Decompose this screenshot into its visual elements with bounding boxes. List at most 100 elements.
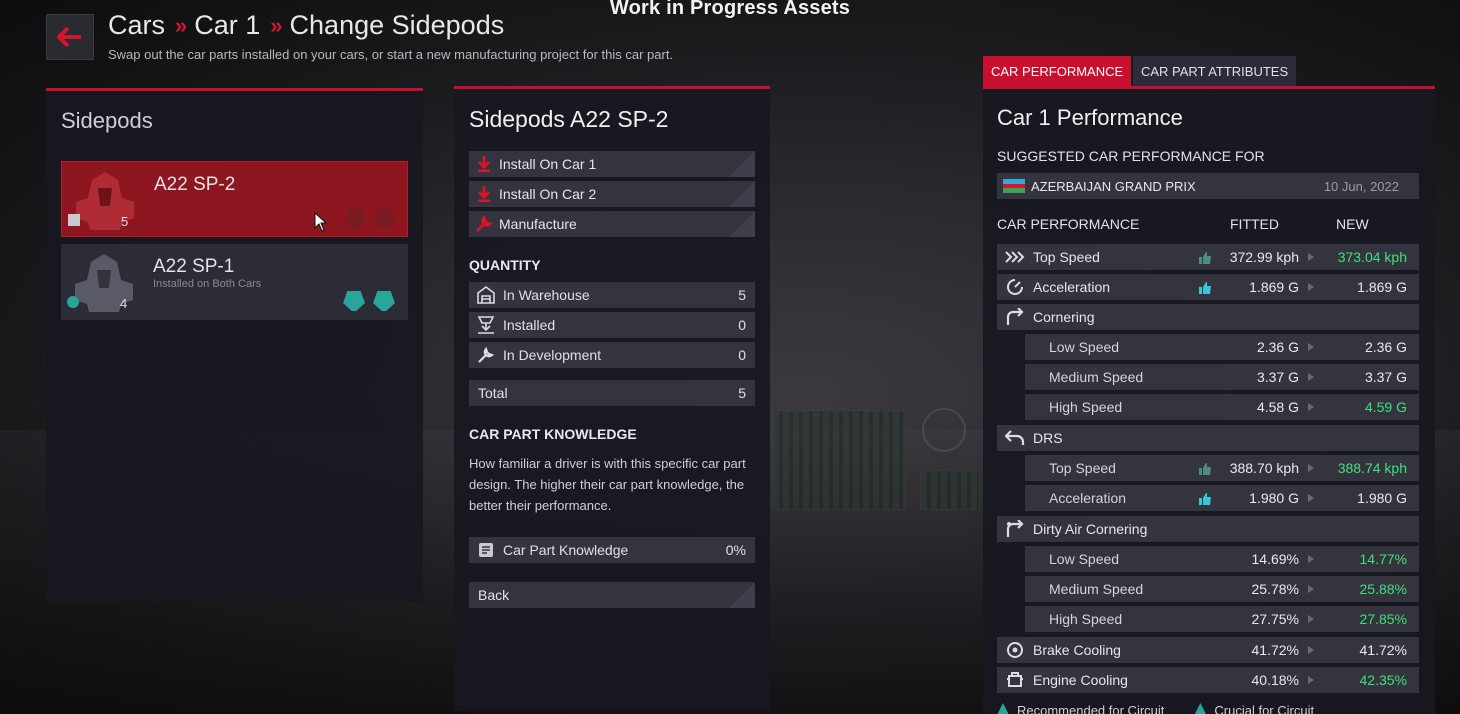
- arrow-left-icon: [57, 26, 81, 48]
- grand-prix-date: 10 Jun, 2022: [1323, 178, 1399, 194]
- perf-new: 25.88%: [1359, 581, 1407, 597]
- perf-row-acceleration: Acceleration 1.869 G 1.869 G: [997, 274, 1419, 300]
- column-new: NEW: [1336, 216, 1369, 232]
- installed-car-2-icon: [374, 209, 396, 229]
- manufacture-button[interactable]: Manufacture: [469, 211, 755, 237]
- grand-prix-row[interactable]: AZERBAIJAN GRAND PRIX 10 Jun, 2022: [997, 173, 1419, 199]
- tab-car-performance[interactable]: CAR PERFORMANCE: [983, 56, 1132, 86]
- install-car-2-button[interactable]: Install On Car 2: [469, 181, 755, 207]
- background-dial: [922, 408, 966, 452]
- grand-prix-name: AZERBAIJAN GRAND PRIX: [1031, 178, 1196, 194]
- back-arrow-button[interactable]: [46, 14, 94, 60]
- car-performance-panel: Car 1 Performance SUGGESTED CAR PERFORMA…: [983, 86, 1435, 714]
- perf-new: 388.74 kph: [1337, 460, 1407, 476]
- perf-row-drs-top-speed: Top Speed 388.70 kph 388.74 kph: [1025, 455, 1419, 481]
- perf-fitted: 41.72%: [1251, 642, 1299, 658]
- arrow-right-icon: [1299, 343, 1323, 351]
- perf-new: 42.35%: [1359, 672, 1407, 688]
- install-car-1-label: Install On Car 1: [499, 156, 597, 172]
- perf-new: 3.37 G: [1364, 369, 1407, 385]
- perf-row-drs-acceleration: Acceleration 1.980 G 1.980 G: [1025, 485, 1419, 511]
- perf-fitted: 4.58 G: [1256, 399, 1299, 415]
- quantity-row-development: In Development 0: [469, 342, 755, 368]
- sidepod-icon: [76, 172, 134, 230]
- part-card-a22-sp-1[interactable]: 4 A22 SP-1 Installed on Both Cars: [61, 244, 408, 320]
- install-car-1-button[interactable]: Install On Car 1: [469, 151, 755, 177]
- wrench-icon: [469, 215, 499, 233]
- perf-label: Cornering: [1033, 309, 1095, 325]
- tab-car-part-attributes[interactable]: CAR PART ATTRIBUTES: [1133, 56, 1297, 86]
- quantity-label: In Warehouse: [503, 287, 590, 303]
- legend-recommended: Recommended for Circuit: [997, 703, 1164, 714]
- arrow-right-icon: [1299, 253, 1323, 261]
- azerbaijan-flag-icon: [1003, 179, 1025, 194]
- perf-label: Acceleration: [1033, 279, 1111, 295]
- perf-row-dirty-low: Low Speed 14.69% 14.77%: [1025, 546, 1419, 572]
- manufacture-label: Manufacture: [499, 216, 577, 232]
- perf-fitted: 14.69%: [1251, 551, 1299, 567]
- part-card-a22-sp-2[interactable]: 5 A22 SP-2: [61, 161, 408, 237]
- thumbs-up-dim-icon: [1195, 462, 1215, 475]
- breadcrumb-cars[interactable]: Cars: [108, 10, 165, 41]
- perf-fitted: 388.70 kph: [1229, 460, 1299, 476]
- quantity-label: Installed: [503, 317, 556, 333]
- perf-label: Acceleration: [1049, 490, 1127, 506]
- engine-cooling-icon: [997, 671, 1033, 689]
- installed-icon: [67, 296, 79, 308]
- perf-row-dirty-air: Dirty Air Cornering: [997, 516, 1419, 542]
- perf-label: Dirty Air Cornering: [1033, 521, 1148, 537]
- install-icon: [469, 186, 499, 202]
- installed-car-2-icon: [373, 291, 395, 311]
- perf-label: Top Speed: [1033, 249, 1100, 265]
- part-quantity: 4: [120, 296, 128, 311]
- arrow-right-icon: [1299, 585, 1323, 593]
- perf-label: Low Speed: [1049, 551, 1120, 567]
- arrow-right-icon: [1299, 676, 1323, 684]
- arrow-right-icon: [1299, 555, 1323, 563]
- knowledge-row: Car Part Knowledge 0%: [469, 537, 755, 563]
- back-label: Back: [478, 587, 510, 603]
- breadcrumb-current: Change Sidepods: [289, 10, 505, 40]
- part-quantity: 5: [121, 214, 129, 229]
- background-monitors: [772, 410, 906, 510]
- breadcrumb-car-1[interactable]: Car 1: [194, 10, 260, 41]
- perf-fitted: 27.75%: [1251, 611, 1299, 627]
- perf-row-drs: DRS: [997, 425, 1419, 451]
- perf-new: 2.36 G: [1364, 339, 1407, 355]
- installed-icon: [469, 316, 503, 334]
- background-screen-right: [920, 470, 980, 510]
- perf-label: Engine Cooling: [1033, 672, 1128, 688]
- perf-new: 1.869 G: [1357, 279, 1407, 295]
- perf-label: DRS: [1033, 430, 1063, 446]
- total-label: Total: [478, 385, 508, 401]
- perf-new: 27.85%: [1359, 611, 1407, 627]
- perf-fitted: 40.18%: [1251, 672, 1299, 688]
- installed-car-1-icon: [343, 291, 365, 311]
- perf-row-cornering: Cornering: [997, 304, 1419, 330]
- perf-fitted: 3.37 G: [1256, 369, 1299, 385]
- recommended-icon: [997, 703, 1009, 714]
- perf-label: Brake Cooling: [1033, 642, 1121, 658]
- legend-label: Crucial for Circuit: [1214, 703, 1315, 714]
- acceleration-icon: [997, 278, 1033, 296]
- thumbs-up-dim-icon: [1195, 251, 1215, 264]
- page-subtitle: Swap out the car parts installed on your…: [108, 47, 674, 62]
- perf-row-top-speed: Top Speed 372.99 kph 373.04 kph: [997, 244, 1419, 270]
- perf-row-dirty-high: High Speed 27.75% 27.85%: [1025, 606, 1419, 632]
- part-detail-title: Sidepods A22 SP-2: [469, 106, 669, 132]
- performance-title: Car 1 Performance: [997, 105, 1183, 130]
- performance-legend: Recommended for Circuit Crucial for Circ…: [997, 703, 1314, 714]
- perf-new: 41.72%: [1359, 642, 1407, 658]
- install-car-2-label: Install On Car 2: [499, 186, 597, 202]
- warehouse-icon: [68, 214, 80, 226]
- crucial-icon: [1194, 703, 1207, 714]
- quantity-value: 5: [738, 287, 746, 303]
- installed-car-1-icon: [344, 209, 366, 229]
- legend-label: Recommended for Circuit: [1017, 703, 1165, 714]
- knowledge-label: Car Part Knowledge: [503, 542, 629, 558]
- part-status: Installed on Both Cars: [153, 278, 262, 290]
- back-button[interactable]: Back: [469, 582, 755, 608]
- quantity-value: 0: [738, 347, 746, 363]
- arrow-right-icon: [1299, 373, 1323, 381]
- parts-list-panel: Sidepods 5 A22 SP-2 4 A22 SP-1 Installed…: [46, 88, 423, 602]
